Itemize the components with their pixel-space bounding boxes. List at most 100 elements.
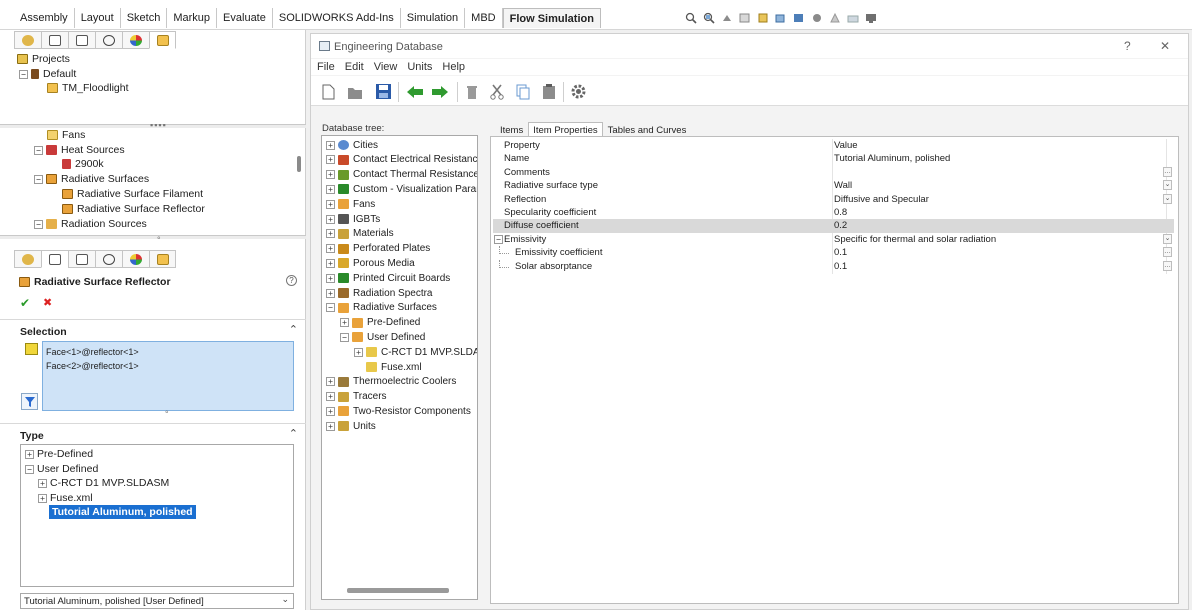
expand-toggle[interactable]: +: [326, 155, 335, 165]
ribbon-tab-simulation[interactable]: Simulation: [401, 8, 466, 28]
expand-toggle[interactable]: +: [326, 229, 335, 239]
tree-scrollbar-thumb[interactable]: [297, 156, 301, 172]
expand-toggle[interactable]: +: [326, 377, 335, 387]
db-tree-item[interactable]: + Two-Resistor Components: [326, 404, 471, 418]
dropdown-button[interactable]: ⌄: [1163, 193, 1172, 204]
open-icon[interactable]: [346, 83, 363, 100]
type-tree-item-selected[interactable]: Tutorial Aluminum, polished: [49, 505, 196, 519]
tab-tables-and-curves[interactable]: Tables and Curves: [603, 122, 692, 137]
property-value[interactable]: Wall: [834, 180, 852, 191]
collapse-toggle[interactable]: −: [34, 219, 43, 229]
property-row[interactable]: − Emissivity Specific for thermal and sola…: [493, 233, 1174, 246]
db-tree-item[interactable]: − User Defined: [340, 330, 425, 344]
db-tree-item[interactable]: + Custom - Visualization Parameters: [326, 182, 477, 196]
property-row[interactable]: Diffuse coefficient 0.2: [493, 219, 1174, 233]
expand-toggle[interactable]: +: [326, 288, 335, 298]
collapse-toggle[interactable]: −: [340, 332, 349, 342]
db-tree-item[interactable]: + IGBTs: [326, 212, 380, 226]
dropdown-button[interactable]: ⌄: [1163, 233, 1172, 244]
collapse-toggle[interactable]: −: [494, 234, 503, 244]
splitter-grip[interactable]: ▪▪▪▪: [150, 120, 167, 130]
settings-icon[interactable]: [570, 83, 587, 100]
selection-section-header[interactable]: Selection ⌃: [0, 319, 306, 339]
tree-horizontal-scrollbar[interactable]: [347, 588, 449, 593]
db-tree-item[interactable]: + Contact Electrical Resistance: [326, 153, 477, 167]
db-tree-item[interactable]: Fuse.xml: [354, 360, 422, 374]
menu-view[interactable]: View: [374, 59, 398, 75]
section-view-icon[interactable]: [738, 12, 751, 23]
tree-item-2900k[interactable]: 2900k: [62, 157, 104, 171]
tree-item-default[interactable]: − Default: [19, 67, 76, 81]
dropdown-button[interactable]: ⌄: [1163, 180, 1172, 191]
db-tree-item[interactable]: + Materials: [326, 227, 394, 241]
property-row[interactable]: Comments…: [493, 166, 1174, 179]
previous-view-icon[interactable]: [720, 12, 733, 23]
splitter-grip[interactable]: °: [157, 235, 162, 245]
db-tree-item[interactable]: + Porous Media: [326, 256, 415, 270]
ribbon-tab-sketch[interactable]: Sketch: [121, 8, 168, 28]
db-tree-item[interactable]: + Contact Thermal Resistance: [326, 168, 477, 182]
tab-flow-simulation-analysis[interactable]: [149, 250, 176, 268]
ribbon-tab-flow-simulation[interactable]: Flow Simulation: [502, 8, 601, 28]
tree-item-radiative-surface-filament[interactable]: Radiative Surface Filament: [62, 187, 203, 201]
property-row[interactable]: Radiative surface type Wall ⌄: [493, 179, 1174, 192]
filter-button[interactable]: [21, 393, 38, 410]
type-tree-item[interactable]: − User Defined: [25, 462, 98, 476]
close-button[interactable]: ✕: [1160, 39, 1170, 53]
help-button[interactable]: ?: [1124, 39, 1131, 53]
expand-toggle[interactable]: +: [326, 199, 335, 209]
ellipsis-button[interactable]: …: [1163, 166, 1172, 177]
tree-item-radiation-sources[interactable]: − Radiation Sources: [34, 217, 147, 231]
collapse-toggle[interactable]: −: [34, 174, 43, 184]
ribbon-tab-evaluate[interactable]: Evaluate: [217, 8, 273, 28]
tab-property-manager[interactable]: [41, 250, 68, 268]
ok-button[interactable]: ✔: [20, 296, 30, 310]
property-value[interactable]: 0.2: [834, 220, 847, 231]
apply-scene-icon[interactable]: [846, 12, 859, 23]
cancel-button[interactable]: ✖: [43, 296, 52, 309]
paste-icon[interactable]: [540, 83, 557, 100]
tab-property-manager[interactable]: [41, 31, 68, 49]
expand-toggle[interactable]: +: [340, 318, 349, 328]
db-tree-item[interactable]: − Radiative Surfaces: [326, 301, 437, 315]
selection-resize-grip[interactable]: °: [165, 409, 170, 419]
zoom-area-icon[interactable]: [702, 12, 715, 24]
ellipsis-button[interactable]: …: [1163, 260, 1172, 271]
db-tree-item[interactable]: + Thermoelectric Coolers: [326, 375, 456, 389]
copy-icon[interactable]: [514, 83, 531, 100]
tab-feature-manager[interactable]: [14, 250, 41, 268]
ribbon-tab-markup[interactable]: Markup: [167, 8, 218, 28]
tab-dimxpert-manager[interactable]: [95, 31, 122, 49]
type-tree-item[interactable]: + C-RCT D1 MVP.SLDASM: [38, 476, 169, 490]
collapse-toggle[interactable]: −: [34, 145, 43, 155]
db-tree-item[interactable]: + Tracers: [326, 390, 387, 404]
menu-file[interactable]: File: [317, 59, 335, 75]
tab-feature-manager[interactable]: [14, 31, 41, 49]
tab-item-properties[interactable]: Item Properties: [528, 122, 603, 137]
tab-flow-simulation-analysis[interactable]: [149, 31, 176, 49]
type-tree-item[interactable]: + Fuse.xml: [38, 491, 93, 505]
expand-toggle[interactable]: +: [326, 258, 335, 268]
db-tree-item[interactable]: + Printed Circuit Boards: [326, 271, 450, 285]
tree-item-fans[interactable]: Fans: [47, 128, 85, 142]
chevron-down-icon[interactable]: ⌄: [281, 594, 289, 605]
ribbon-tab-layout[interactable]: Layout: [75, 8, 121, 28]
property-value[interactable]: 0.1: [834, 247, 847, 258]
dynamic-annotation-icon[interactable]: [756, 12, 769, 23]
property-value[interactable]: 0.8: [834, 207, 847, 218]
type-tree-item[interactable]: + Pre-Defined: [25, 447, 93, 461]
view-orientation-icon[interactable]: [774, 12, 787, 23]
tab-configuration-manager[interactable]: [68, 31, 95, 49]
edit-appearance-icon[interactable]: [828, 12, 841, 23]
menu-help[interactable]: Help: [442, 59, 465, 75]
tab-dimxpert-manager[interactable]: [95, 250, 122, 268]
selection-item[interactable]: Face<1>@reflector<1>: [46, 345, 293, 359]
db-tree-item[interactable]: + Cities: [326, 138, 378, 152]
property-row[interactable]: Name Tutorial Aluminum, polished: [493, 152, 1174, 165]
expand-toggle[interactable]: +: [25, 449, 34, 459]
tree-item-radiative-surface-reflector[interactable]: Radiative Surface Reflector: [62, 202, 205, 216]
hide-show-icon[interactable]: [810, 12, 823, 23]
ribbon-tab-assembly[interactable]: Assembly: [14, 8, 75, 28]
expand-toggle[interactable]: +: [326, 421, 335, 431]
db-tree-item[interactable]: + Radiation Spectra: [326, 286, 433, 300]
